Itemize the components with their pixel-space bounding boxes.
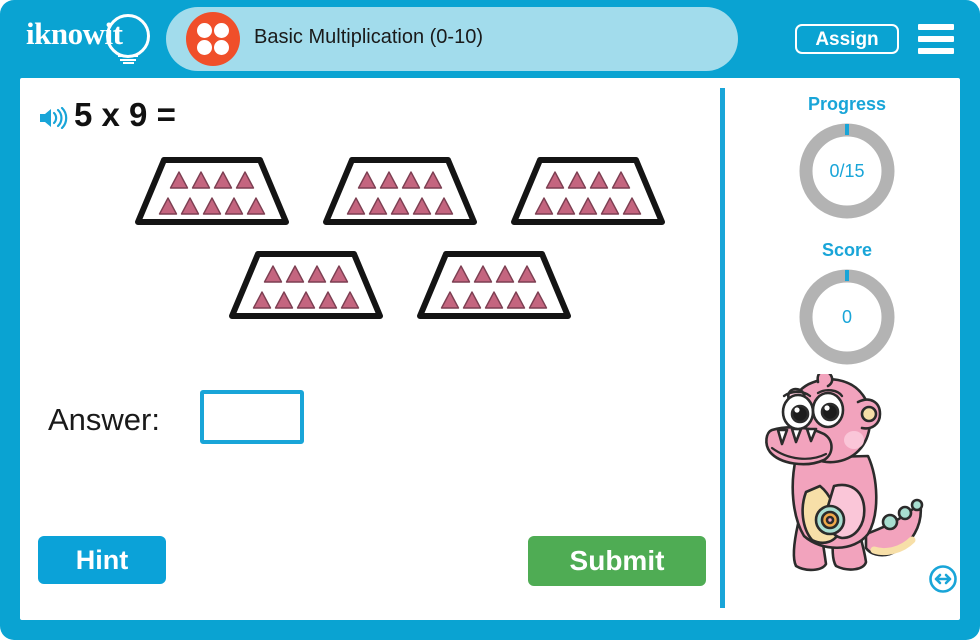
group-row-top: [80, 156, 720, 228]
trapezoid-group: [508, 156, 668, 228]
trapezoid-group: [132, 156, 292, 228]
speaker-audio-icon[interactable]: [38, 106, 68, 130]
lightbulb-base-icon: [118, 55, 138, 66]
answer-input[interactable]: [200, 390, 304, 444]
hint-button[interactable]: Hint: [38, 536, 166, 584]
four-dot-array-icon: [186, 12, 240, 66]
score-block: Score 0: [734, 240, 960, 369]
group-row-bottom: [80, 250, 720, 322]
iknowit-logo[interactable]: iknowit: [22, 12, 162, 64]
content-card: 5 x 9 = Answer: Hint Submit Progress 0/1…: [20, 78, 960, 620]
resize-horizontal-icon[interactable]: [928, 564, 958, 594]
progress-ring: 0/15: [795, 119, 899, 223]
app-frame: iknowit Basic Multiplication (0-10) Assi…: [0, 0, 980, 640]
hamburger-menu-icon[interactable]: [918, 24, 954, 54]
question-expression: 5 x 9 =: [74, 96, 176, 133]
manipulative-groups: [80, 156, 720, 356]
pink-dinosaur-mascot[interactable]: [762, 369, 938, 586]
lightbulb-icon: [106, 14, 150, 58]
progress-block: Progress 0/15: [734, 94, 960, 223]
trapezoid-group: [320, 156, 480, 228]
score-value: 0: [841, 306, 852, 327]
score-ring: 0: [795, 265, 899, 369]
progress-value: 0/15: [829, 160, 865, 181]
app-header: iknowit Basic Multiplication (0-10) Assi…: [0, 0, 980, 78]
progress-label: Progress: [807, 94, 887, 114]
submit-button[interactable]: Submit: [528, 536, 706, 586]
trapezoid-group: [226, 250, 386, 322]
panel-divider: [720, 88, 725, 608]
assign-button[interactable]: Assign: [795, 24, 899, 54]
lesson-title-pill: Basic Multiplication (0-10): [166, 7, 738, 71]
trapezoid-group: [414, 250, 574, 322]
stats-panel: Progress 0/15 Score 0: [734, 78, 960, 620]
answer-label: Answer:: [48, 402, 160, 437]
score-label: Score: [821, 240, 873, 260]
lesson-title: Basic Multiplication (0-10): [254, 26, 483, 48]
